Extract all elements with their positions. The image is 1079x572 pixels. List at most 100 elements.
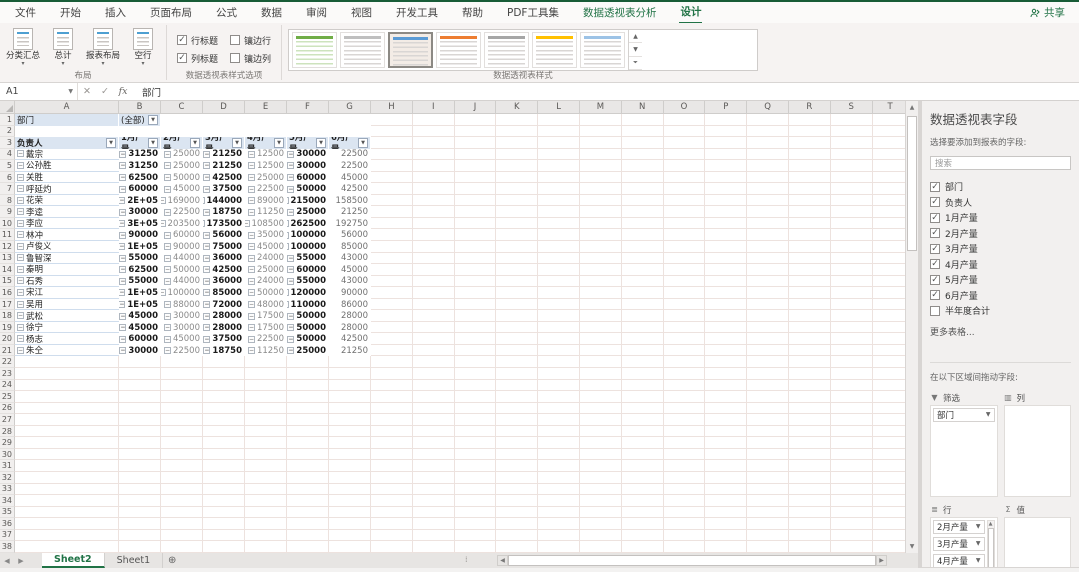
cell[interactable]: −11250: [245, 345, 287, 357]
cell[interactable]: [538, 368, 580, 380]
cell[interactable]: [496, 414, 539, 426]
ribbon-button-分类汇总[interactable]: 分类汇总 ▾: [4, 26, 42, 67]
cell[interactable]: [329, 391, 371, 403]
cell[interactable]: [454, 368, 497, 380]
cell[interactable]: [15, 460, 119, 472]
cell[interactable]: [872, 310, 909, 322]
cell[interactable]: [119, 483, 161, 496]
cell[interactable]: −62500: [119, 172, 161, 184]
cell[interactable]: [621, 114, 664, 126]
cell[interactable]: [579, 391, 622, 403]
cell[interactable]: [747, 368, 789, 380]
style-swatch-plain[interactable]: [340, 32, 386, 68]
cell[interactable]: [371, 194, 413, 207]
cell[interactable]: [371, 356, 413, 369]
cell[interactable]: −55000: [287, 253, 329, 265]
cell[interactable]: [496, 495, 539, 507]
cell[interactable]: [872, 160, 909, 172]
cell[interactable]: [788, 425, 831, 438]
cell[interactable]: [496, 148, 539, 161]
cell[interactable]: − 关胜: [15, 172, 119, 184]
cell[interactable]: [788, 298, 831, 311]
cell[interactable]: [161, 437, 203, 449]
area-field-部门[interactable]: 部门 ▼: [933, 407, 995, 422]
cell[interactable]: [371, 414, 413, 426]
cell[interactable]: [830, 125, 873, 138]
field-item-4月产量[interactable]: ✓ 4月产量: [930, 257, 1071, 273]
cell[interactable]: [371, 241, 413, 253]
cell[interactable]: [371, 148, 413, 161]
cell[interactable]: [245, 471, 287, 484]
cell[interactable]: [747, 356, 789, 369]
cell[interactable]: [287, 483, 329, 496]
cell[interactable]: [412, 148, 455, 161]
cell[interactable]: [496, 425, 539, 438]
cell[interactable]: [538, 287, 580, 299]
gallery-up-icon[interactable]: ▲: [629, 30, 643, 44]
cell[interactable]: [830, 114, 873, 126]
cell[interactable]: [454, 287, 497, 299]
cell[interactable]: [621, 287, 664, 299]
cell[interactable]: [329, 471, 371, 484]
cell[interactable]: −45000: [161, 183, 203, 195]
cell[interactable]: [454, 264, 497, 276]
cell[interactable]: [371, 391, 413, 403]
cell[interactable]: [538, 310, 580, 322]
cell[interactable]: [579, 171, 622, 184]
cell[interactable]: [663, 471, 706, 484]
cell[interactable]: [747, 148, 789, 161]
cell[interactable]: [245, 368, 287, 380]
cell[interactable]: 192750: [329, 218, 371, 230]
collapse-icon[interactable]: −: [17, 196, 24, 204]
cell[interactable]: [872, 229, 909, 242]
cell[interactable]: [203, 368, 245, 380]
cell[interactable]: [872, 471, 909, 484]
cell[interactable]: [161, 368, 203, 380]
cell[interactable]: [412, 206, 455, 218]
cell[interactable]: [371, 506, 413, 519]
cell[interactable]: [788, 529, 831, 542]
cell[interactable]: [579, 448, 622, 461]
cell[interactable]: [119, 541, 161, 553]
collapse-icon[interactable]: −: [161, 197, 166, 205]
cell[interactable]: [203, 379, 245, 392]
cell[interactable]: [371, 368, 413, 380]
cell[interactable]: − 鲁智深: [15, 253, 119, 265]
cell[interactable]: −17500: [245, 322, 287, 334]
cell[interactable]: [203, 114, 245, 126]
cell[interactable]: [371, 425, 413, 438]
collapse-icon[interactable]: −: [17, 335, 24, 343]
cell[interactable]: [538, 183, 580, 195]
field-checkbox[interactable]: ✓: [930, 197, 940, 208]
collapse-icon[interactable]: −: [247, 197, 255, 205]
cell[interactable]: [830, 183, 873, 195]
cell[interactable]: [788, 333, 831, 345]
cell[interactable]: [454, 321, 497, 334]
collapse-icon[interactable]: −: [17, 185, 24, 193]
ribbon-tab-文件[interactable]: 文件: [14, 2, 37, 23]
cell[interactable]: [496, 506, 539, 519]
cell[interactable]: [371, 206, 413, 218]
cell[interactable]: [538, 321, 580, 334]
cell[interactable]: −108500: [245, 218, 287, 230]
cell[interactable]: [245, 518, 287, 530]
cell[interactable]: [161, 114, 203, 126]
filter-dropdown-icon[interactable]: ▼: [232, 137, 242, 148]
cell[interactable]: [412, 460, 455, 472]
cell[interactable]: [412, 448, 455, 461]
cell[interactable]: [788, 217, 831, 230]
cell[interactable]: [830, 391, 873, 403]
collapse-icon[interactable]: −: [247, 150, 255, 158]
cell[interactable]: −22500: [161, 345, 203, 357]
cell[interactable]: [705, 194, 748, 207]
collapse-icon[interactable]: −: [287, 324, 295, 332]
cell[interactable]: [496, 298, 539, 311]
cell[interactable]: [705, 333, 748, 345]
collapse-icon[interactable]: −: [203, 162, 211, 170]
cell[interactable]: [830, 529, 873, 542]
cell[interactable]: −24000: [245, 253, 287, 265]
cell[interactable]: [830, 460, 873, 472]
cell[interactable]: −30000: [161, 322, 203, 334]
cell[interactable]: [579, 125, 622, 138]
cell[interactable]: [747, 206, 789, 218]
